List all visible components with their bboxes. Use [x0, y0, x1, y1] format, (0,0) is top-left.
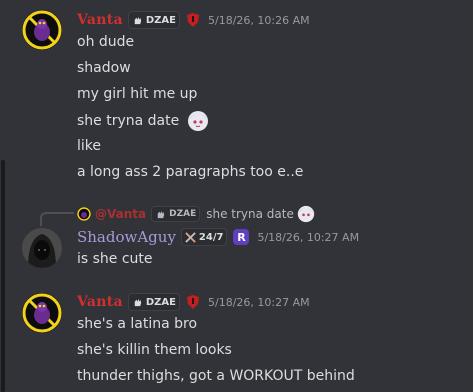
message-group: Vanta DZAE 5/18/26, 10:26 AM oh dude sha…: [0, 0, 473, 190]
username[interactable]: Vanta: [77, 294, 123, 310]
timestamp[interactable]: 5/18/26, 10:27 AM: [208, 296, 310, 309]
hand-wave-icon: [157, 210, 165, 218]
reply-spine: [40, 212, 74, 226]
message-header: Vanta DZAE 5/18/26, 10:26 AM: [77, 10, 310, 30]
avatar[interactable]: [22, 228, 62, 268]
message-line: is she cute: [77, 251, 153, 267]
timestamp[interactable]: 5/18/26, 10:26 AM: [208, 14, 310, 27]
crossed-swords-icon: [185, 231, 196, 243]
server-tag[interactable]: 24/7: [180, 228, 228, 246]
vanta-mini-avatar-icon: [77, 207, 91, 221]
message-header: Vanta DZAE 5/18/26, 10:27 AM: [77, 292, 310, 312]
message-line: oh dude: [77, 34, 135, 50]
anime-girl-emoji-icon[interactable]: [187, 110, 209, 132]
reply-server-tag-label: DZAE: [169, 209, 197, 219]
scrollbar-thumb[interactable]: [1, 160, 5, 392]
server-tag-label: DZAE: [145, 296, 176, 308]
server-tag[interactable]: DZAE: [127, 293, 180, 311]
message-line: like: [77, 138, 102, 154]
reply-server-tag: DZAE: [151, 206, 201, 222]
server-tag-label: DZAE: [145, 14, 176, 26]
message-header: ShadowAguy 24/7 R 5/18/26, 10:27 AM: [77, 227, 359, 247]
server-tag-label: 24/7: [198, 231, 224, 243]
timestamp[interactable]: 5/18/26, 10:27 AM: [257, 231, 359, 244]
message-text: she tryna date: [77, 113, 180, 129]
reply-author[interactable]: @Vanta: [95, 207, 146, 221]
reply-preview[interactable]: @Vanta DZAE she tryna date: [77, 205, 315, 223]
role-badge-icon[interactable]: R: [233, 229, 250, 245]
message-line: she's a latina bro: [77, 316, 198, 332]
hooded-figure-avatar-icon: [22, 228, 62, 268]
avatar[interactable]: [22, 293, 62, 333]
message-line: thunder thighs, got a WORKOUT behind: [77, 368, 355, 384]
message-line: my girl hit me up: [77, 86, 198, 102]
vanta-avatar-icon: [22, 293, 62, 333]
red-shield-icon[interactable]: [186, 294, 200, 310]
username[interactable]: ShadowAguy: [77, 228, 176, 246]
vanta-avatar-icon: [22, 10, 62, 50]
username[interactable]: Vanta: [77, 12, 123, 28]
message-line-with-emoji: she tryna date: [77, 110, 209, 132]
chat-messages: Vanta DZAE 5/18/26, 10:26 AM oh dude sha…: [0, 0, 473, 392]
server-tag[interactable]: DZAE: [127, 11, 180, 29]
message-line: shadow: [77, 60, 131, 76]
red-shield-icon[interactable]: [186, 12, 200, 28]
avatar[interactable]: [22, 10, 62, 50]
reply-text: she tryna date: [206, 207, 294, 221]
hand-wave-icon: [134, 16, 142, 24]
message-line: a long ass 2 paragraphs too e..e: [77, 164, 304, 180]
message-line: she's killin them looks: [77, 342, 232, 358]
hand-wave-icon: [134, 298, 142, 306]
anime-girl-emoji-icon: [297, 205, 315, 223]
